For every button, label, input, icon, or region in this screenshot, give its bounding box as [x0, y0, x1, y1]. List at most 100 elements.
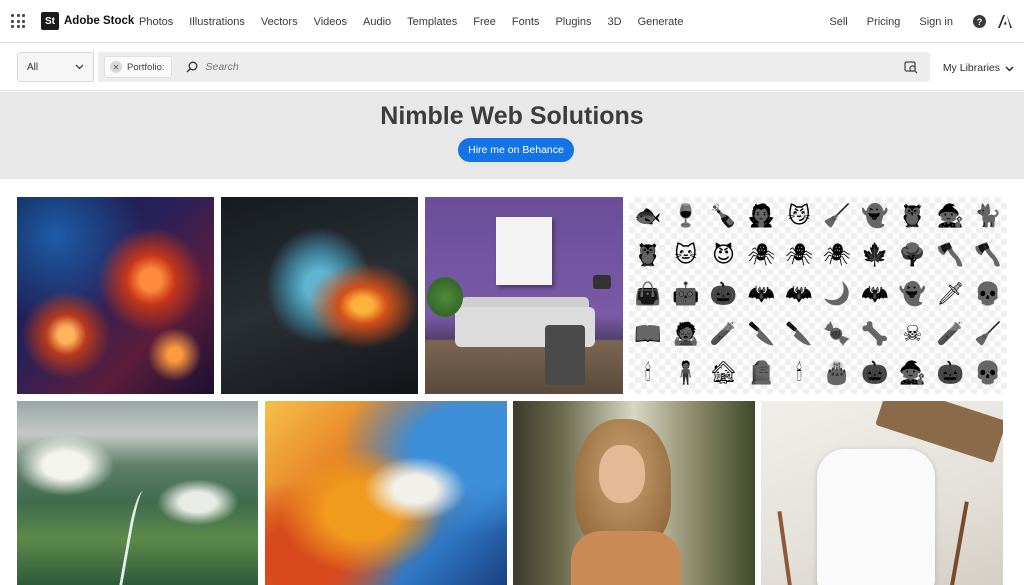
halloween-glyph-icon: 💀	[974, 282, 1002, 308]
plant	[427, 277, 463, 317]
blanket	[545, 325, 585, 385]
face	[599, 445, 645, 503]
river	[118, 491, 154, 585]
halloween-glyph-icon: 🐱	[674, 243, 698, 269]
contributor-banner: Nimble Web Solutions Hire me on Behance	[0, 92, 1024, 179]
halloween-glyph-icon: 🧹	[823, 203, 851, 229]
nav-right: Sell Pricing Sign in ?	[810, 15, 1012, 28]
onesie	[817, 449, 935, 585]
help-icon[interactable]: ?	[973, 15, 986, 28]
halloween-glyph-icon: 🦉	[898, 203, 927, 229]
halloween-glyph-icon: 🦉	[634, 243, 662, 269]
baby-onesie-image[interactable]	[761, 401, 1003, 585]
nav-templates[interactable]: Templates	[407, 16, 457, 28]
halloween-glyph-icon: 😼	[787, 203, 811, 229]
nav-3d[interactable]: 3D	[608, 16, 622, 28]
my-libraries-label: My Libraries	[942, 62, 1000, 74]
lamp	[593, 275, 611, 289]
halloween-glyph-icon: 👜	[634, 282, 662, 308]
halloween-glyph-icon: 🎃	[860, 361, 889, 387]
nav-free[interactable]: Free	[473, 16, 496, 28]
chevron-down-icon	[75, 64, 84, 70]
pricing-link[interactable]: Pricing	[867, 16, 901, 28]
halloween-glyph-icon: 🕷	[785, 243, 814, 269]
asset-type-dropdown[interactable]: All	[17, 52, 94, 82]
mountain-valley-image[interactable]	[17, 401, 258, 585]
halloween-glyph-icon: 🔪	[747, 321, 775, 347]
woman-smiling-image[interactable]	[513, 401, 755, 585]
halloween-glyph-icon: 🤖	[671, 282, 700, 308]
dried-flower	[949, 501, 969, 585]
sign-in-link[interactable]: Sign in	[919, 16, 953, 28]
adobe-stock-logo[interactable]: St Adobe Stock	[41, 12, 134, 30]
my-libraries-button[interactable]: My Libraries	[943, 62, 1014, 74]
halloween-glyph-icon: 🕷	[822, 243, 851, 269]
nav-illustrations[interactable]: Illustrations	[189, 16, 245, 28]
halloween-glyph-icon: 👻	[860, 203, 889, 229]
halloween-glyph-icon: 🪓	[974, 243, 1002, 269]
search-icon	[186, 61, 197, 73]
halloween-glyph-icon: 📖	[634, 321, 662, 347]
visual-search-icon[interactable]	[904, 60, 918, 74]
logo-badge: St	[41, 12, 59, 30]
top-navigation: St Adobe Stock Photos Illustrations Vect…	[0, 0, 1024, 43]
halloween-glyph-icon: 😈	[712, 243, 735, 269]
halloween-glyph-icon: 🕯	[644, 361, 652, 387]
search-bar: All ✕ Portfolio: My Libraries	[0, 43, 1024, 91]
remove-chip-icon[interactable]: ✕	[110, 61, 122, 73]
halloween-glyph-icon: 🧍	[671, 361, 700, 387]
halloween-glyph-icon: 🎃	[709, 282, 738, 308]
contributor-name: Nimble Web Solutions	[380, 102, 644, 130]
chip-label: Portfolio:	[127, 61, 165, 73]
halloween-glyph-icon: 🧙	[936, 203, 964, 229]
halloween-glyph-icon: 🦇	[747, 282, 775, 308]
search-input[interactable]	[205, 61, 806, 73]
halloween-glyph-icon: 🕯	[795, 361, 803, 387]
asset-type-value: All	[27, 61, 39, 73]
halloween-glyph-icon: 🦇	[785, 282, 813, 308]
nav-videos[interactable]: Videos	[314, 16, 347, 28]
portfolio-filter-chip[interactable]: ✕ Portfolio:	[104, 56, 172, 78]
halloween-icons-image[interactable]: 🐟 🍷 🍾 🧛 😼 🧹 👻 🦉 🧙 🐈 🦉 🐱 😈 🕷 🕷 🕷 🍁 🌳 🪓 🪓 👜 🤖 🎃 🦇 🦇 🌙 🦇 👻 🗡 💀 📖 🧟 🧪 🔪 🔪 🍬 🦴 ☠ 🧪 🧹…	[629, 197, 1007, 394]
nav-vectors[interactable]: Vectors	[261, 16, 298, 28]
main-nav: Photos Illustrations Vectors Videos Audi…	[139, 16, 699, 28]
halloween-glyph-icon: 🦇	[860, 282, 889, 308]
blank-canvas	[496, 217, 552, 285]
nav-plugins[interactable]: Plugins	[555, 16, 591, 28]
halloween-glyph-icon: 👻	[898, 282, 927, 308]
halloween-glyph-icon: 🌙	[823, 282, 851, 308]
halloween-glyph-icon: 🎃	[936, 361, 964, 387]
shattered-face-image[interactable]	[221, 197, 418, 394]
chevron-down-icon	[1005, 65, 1014, 72]
logo-text: Adobe Stock	[64, 15, 135, 27]
halloween-glyph-icon: 🍬	[823, 321, 851, 347]
halloween-glyph-icon: 🧹	[974, 321, 1002, 347]
halloween-glyph-icon: 🍷	[671, 203, 700, 229]
hire-me-button[interactable]: Hire me on Behance	[458, 138, 574, 162]
halloween-glyph-icon: 🍾	[709, 203, 738, 229]
halloween-glyph-icon: 🍁	[860, 243, 889, 269]
nav-audio[interactable]: Audio	[363, 16, 391, 28]
abstract-paint-image[interactable]	[265, 401, 507, 585]
nav-photos[interactable]: Photos	[139, 16, 173, 28]
halloween-glyph-icon: 🪓	[936, 243, 964, 269]
halloween-glyph-icon: 💀	[974, 361, 1002, 387]
halloween-glyph-icon: 🧛	[747, 203, 775, 229]
adobe-logo-icon[interactable]	[998, 15, 1012, 28]
search-field: ✕ Portfolio:	[98, 52, 930, 82]
halloween-glyph-icon: 🎂	[823, 361, 851, 387]
halloween-glyph-icon: 🕷	[747, 243, 776, 269]
purple-room-image[interactable]	[425, 197, 623, 394]
halloween-glyph-icon: 🧪	[936, 321, 964, 347]
neurons-image[interactable]	[17, 197, 214, 394]
halloween-glyph-icon: 🐟	[634, 203, 662, 229]
app-switcher-icon[interactable]	[11, 14, 25, 28]
nav-generate[interactable]: Generate	[638, 16, 684, 28]
body	[571, 531, 681, 585]
nav-fonts[interactable]: Fonts	[512, 16, 540, 28]
halloween-glyph-icon: 🔪	[785, 321, 813, 347]
sell-link[interactable]: Sell	[829, 16, 847, 28]
halloween-glyph-icon: 🗡	[936, 282, 965, 308]
halloween-glyph-icon: 🏚	[709, 361, 738, 387]
halloween-glyph-icon: 🌳	[898, 243, 927, 269]
